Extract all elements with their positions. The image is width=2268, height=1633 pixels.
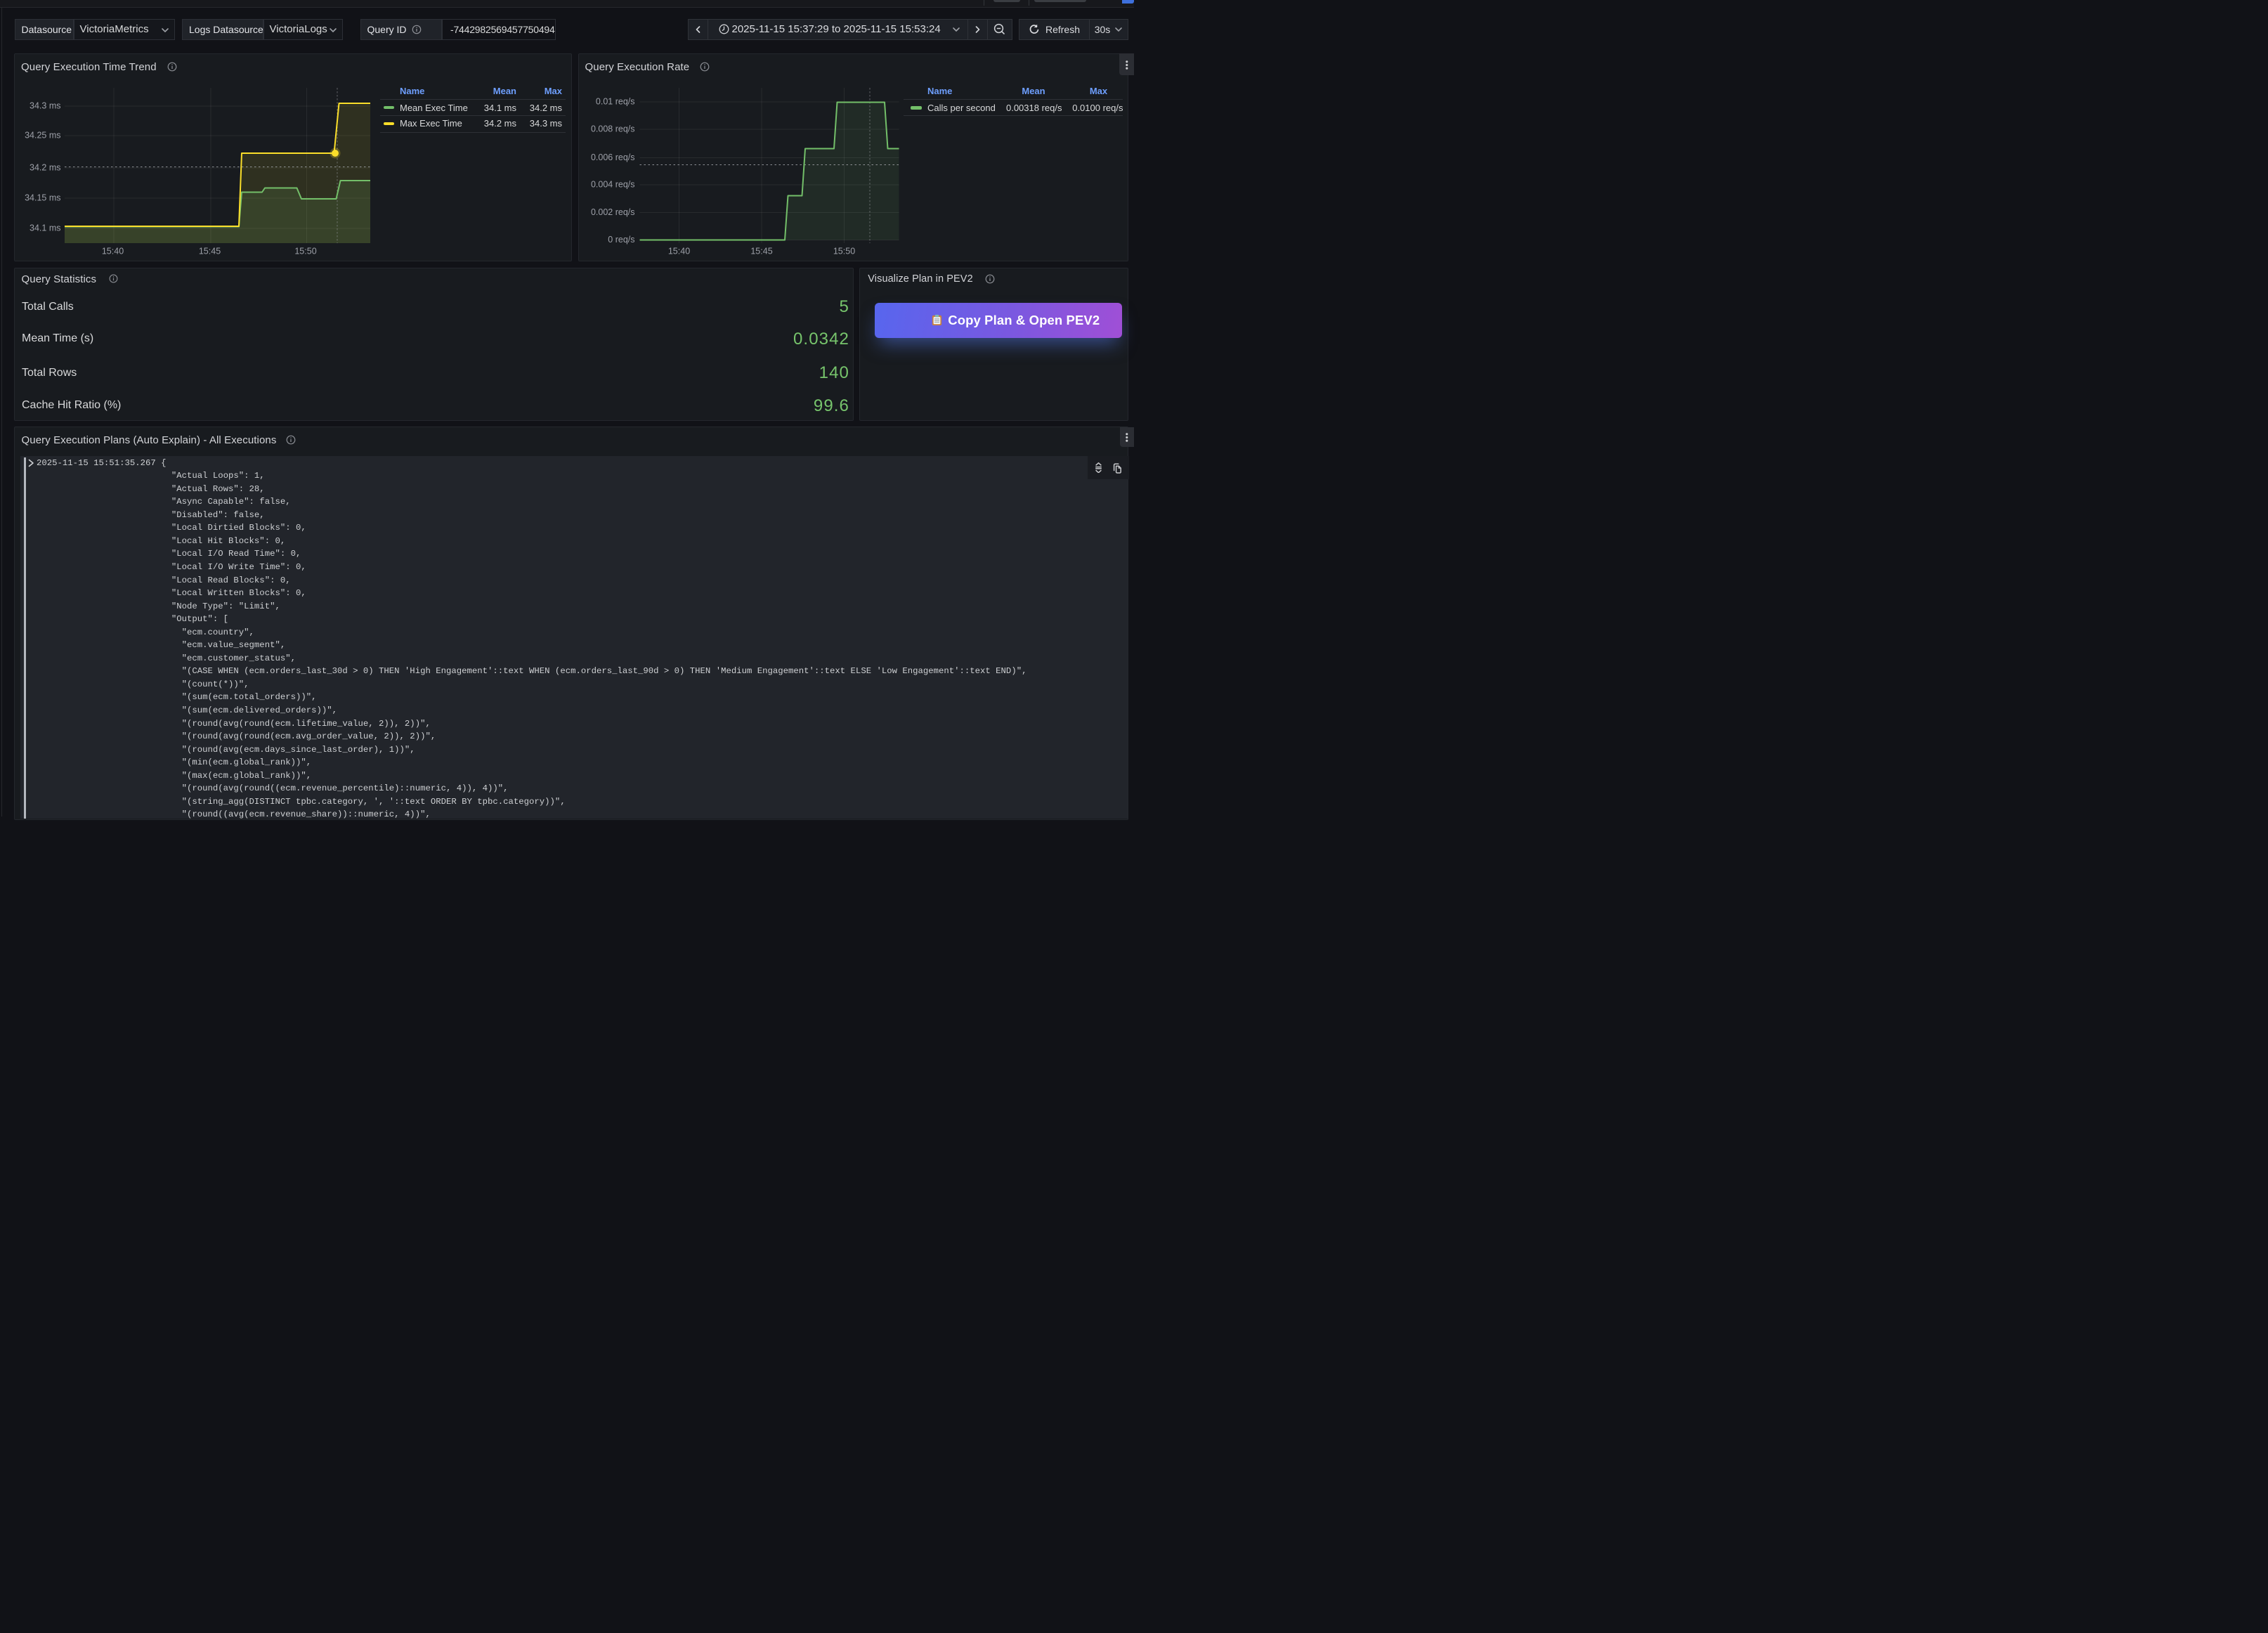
svg-text:0.002 req/s: 0.002 req/s <box>590 207 634 217</box>
svg-text:34.25 ms: 34.25 ms <box>25 130 60 140</box>
svg-text:0.01 req/s: 0.01 req/s <box>595 96 634 106</box>
svg-text:15:40: 15:40 <box>667 246 689 256</box>
svg-text:0.008 req/s: 0.008 req/s <box>590 124 634 134</box>
svg-text:15:45: 15:45 <box>750 246 772 256</box>
svg-text:0.004 req/s: 0.004 req/s <box>590 179 634 189</box>
svg-text:34.2 ms: 34.2 ms <box>30 162 60 172</box>
svg-text:34.1 ms: 34.1 ms <box>30 223 60 233</box>
svg-text:34.3 ms: 34.3 ms <box>30 100 60 110</box>
svg-text:15:45: 15:45 <box>199 246 221 256</box>
svg-text:0 req/s: 0 req/s <box>608 235 634 245</box>
svg-text:0.006 req/s: 0.006 req/s <box>590 152 634 162</box>
svg-text:15:50: 15:50 <box>833 246 854 256</box>
svg-text:15:40: 15:40 <box>102 246 124 256</box>
svg-text:34.15 ms: 34.15 ms <box>25 193 60 202</box>
svg-text:15:50: 15:50 <box>294 246 316 256</box>
